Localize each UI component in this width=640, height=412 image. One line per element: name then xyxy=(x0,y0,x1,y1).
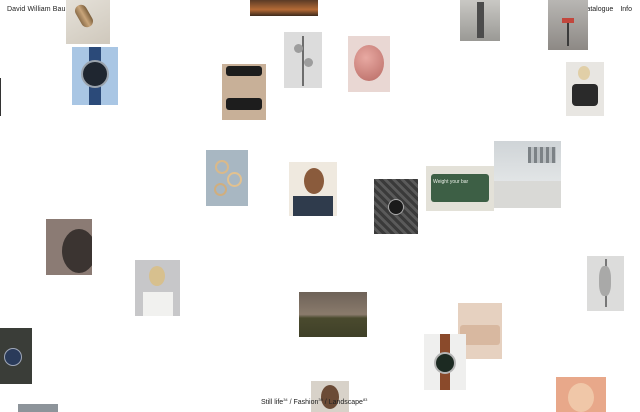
thumb-flower-stem[interactable] xyxy=(284,32,322,88)
thumb-pink-stone[interactable] xyxy=(348,36,390,92)
edge-divider xyxy=(0,78,1,116)
site-title[interactable]: David William Baum xyxy=(7,6,71,13)
thumb-redhead-portrait[interactable] xyxy=(556,377,606,412)
nav-info[interactable]: Info xyxy=(620,6,632,13)
filter-fashion[interactable]: Fashion39 xyxy=(293,397,322,406)
thumb-blonde-portrait[interactable] xyxy=(566,62,604,116)
thumb-dark-object[interactable] xyxy=(46,219,92,275)
thumb-street-fashion[interactable] xyxy=(460,0,500,41)
thumb-watch-leather[interactable] xyxy=(424,334,466,390)
thumb-woman-portrait[interactable] xyxy=(289,162,337,216)
filter-landscape[interactable]: Landscape83 xyxy=(329,397,368,406)
thumb-pill-still-life[interactable] xyxy=(66,0,110,44)
thumb-sunset-landscape[interactable] xyxy=(250,0,318,16)
thumb-field-landscape[interactable] xyxy=(299,292,367,337)
filter-still-life[interactable]: Still life34 xyxy=(261,397,288,406)
thumb-watch-carbon[interactable] xyxy=(374,179,418,234)
thumb-bottom-left[interactable] xyxy=(18,404,58,412)
thumb-dried-flower[interactable] xyxy=(587,256,624,311)
thumb-architecture[interactable] xyxy=(494,141,561,208)
thumb-weight-bar[interactable]: Weight your bar xyxy=(426,166,494,211)
thumb-sign-landscape[interactable] xyxy=(548,0,588,50)
top-nav: Catalogue Info xyxy=(581,6,632,13)
thumb-watch-blue[interactable] xyxy=(72,47,118,105)
weight-bar-caption: Weight your bar xyxy=(433,179,469,185)
category-filter: Still life34 / Fashion39 / Landscape83 xyxy=(261,397,367,406)
thumb-watch-dark[interactable] xyxy=(0,328,32,384)
thumb-blonde-back[interactable] xyxy=(135,260,180,316)
thumb-lingerie-black[interactable] xyxy=(222,64,266,120)
thumb-rings-jewelry[interactable] xyxy=(206,150,248,206)
